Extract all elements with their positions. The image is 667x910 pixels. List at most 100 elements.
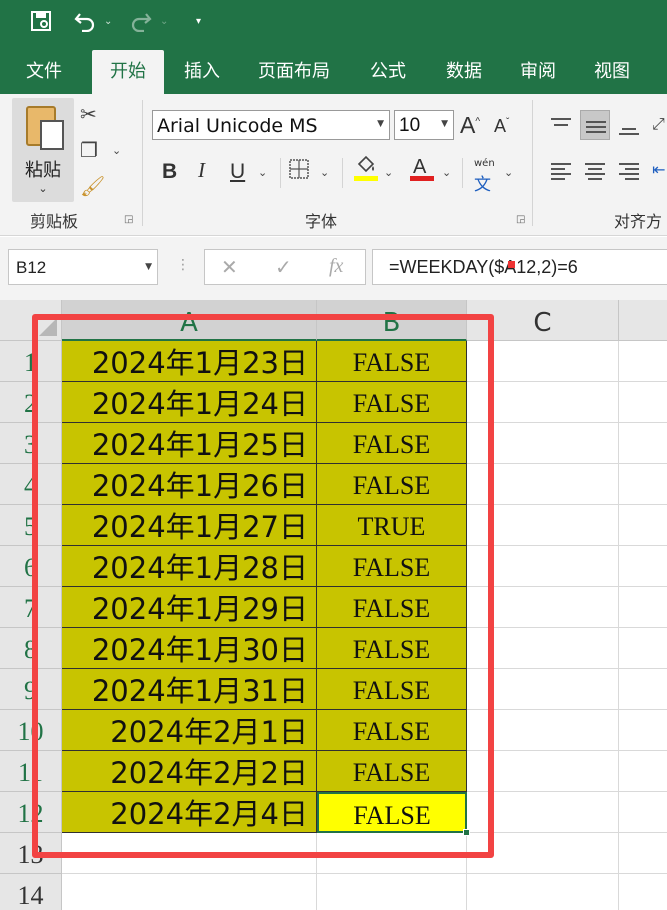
row-header[interactable]: 13 [0, 833, 62, 874]
empty-cell[interactable] [467, 423, 619, 464]
undo-dropdown-icon[interactable]: ⌄ [104, 16, 112, 27]
empty-cell[interactable] [619, 833, 667, 874]
orientation-icon[interactable]: ⤢ [652, 114, 665, 134]
row-header[interactable]: 9 [0, 669, 62, 710]
select-all-button[interactable] [0, 300, 62, 341]
worksheet-grid[interactable]: A B C 1 2024年1月23日 FALSE 2 2024年1月24日 FALSE 3 2024… [0, 300, 667, 910]
date-cell[interactable]: 2024年2月4日 [62, 792, 317, 833]
empty-cell[interactable] [619, 341, 667, 382]
empty-cell[interactable] [619, 464, 667, 505]
row-header[interactable]: 8 [0, 628, 62, 669]
cut-icon[interactable]: ✂ [80, 102, 97, 126]
empty-cell[interactable] [62, 874, 317, 910]
align-left-button[interactable] [546, 156, 576, 186]
date-cell[interactable]: 2024年1月28日 [62, 546, 317, 587]
empty-cell[interactable] [62, 833, 317, 874]
copy-icon[interactable]: ❐ [80, 138, 98, 162]
date-cell[interactable]: 2024年1月25日 [62, 423, 317, 464]
result-cell[interactable]: FALSE [317, 423, 467, 464]
tab-home[interactable]: 开始 [92, 50, 164, 94]
result-cell[interactable]: FALSE [317, 751, 467, 792]
undo-icon[interactable] [74, 10, 96, 37]
date-cell[interactable]: 2024年1月29日 [62, 587, 317, 628]
date-cell[interactable]: 2024年1月23日 [62, 341, 317, 382]
save-icon[interactable] [30, 10, 52, 37]
column-header-a[interactable]: A [62, 300, 317, 341]
font-color-dropdown-icon[interactable]: ⌄ [442, 166, 451, 179]
bold-button[interactable]: B [162, 160, 177, 184]
row-header[interactable]: 12 [0, 792, 62, 833]
result-cell[interactable]: FALSE [317, 464, 467, 505]
align-center-button[interactable] [580, 156, 610, 186]
decrease-font-size-button[interactable]: Aˇ [494, 116, 509, 137]
clipboard-launcher-icon[interactable]: ◲ [124, 214, 133, 225]
empty-cell[interactable] [467, 505, 619, 546]
tab-file[interactable]: 文件 [14, 50, 74, 94]
result-cell[interactable]: FALSE [317, 546, 467, 587]
font-color-icon[interactable]: A [410, 154, 434, 187]
fill-handle[interactable] [463, 829, 470, 836]
row-header[interactable]: 4 [0, 464, 62, 505]
empty-cell[interactable] [467, 669, 619, 710]
date-cell[interactable]: 2024年2月1日 [62, 710, 317, 751]
drag-handle-icon[interactable]: ⋮ [176, 257, 190, 273]
date-cell[interactable]: 2024年1月27日 [62, 505, 317, 546]
align-right-button[interactable] [614, 156, 644, 186]
empty-cell[interactable] [317, 874, 467, 910]
underline-dropdown-icon[interactable]: ⌄ [258, 166, 267, 179]
italic-button[interactable]: I [198, 158, 205, 183]
empty-cell[interactable] [467, 382, 619, 423]
date-cell[interactable]: 2024年1月26日 [62, 464, 317, 505]
align-top-button[interactable] [546, 110, 576, 140]
column-header-c[interactable]: C [467, 300, 619, 341]
empty-cell[interactable] [467, 792, 619, 833]
tab-data[interactable]: 数据 [436, 50, 492, 94]
paste-dropdown-icon[interactable]: ⌄ [12, 182, 74, 195]
increase-font-size-button[interactable]: A^ [460, 112, 480, 139]
empty-cell[interactable] [619, 669, 667, 710]
row-header[interactable]: 3 [0, 423, 62, 464]
copy-dropdown-icon[interactable]: ⌄ [112, 144, 121, 157]
empty-cell[interactable] [467, 751, 619, 792]
empty-cell[interactable] [619, 546, 667, 587]
tab-insert[interactable]: 插入 [174, 50, 230, 94]
paste-button[interactable]: 粘贴 ⌄ [12, 98, 74, 202]
align-middle-button[interactable] [580, 110, 610, 140]
result-cell[interactable]: FALSE [317, 341, 467, 382]
tab-page-layout[interactable]: 页面布局 [248, 50, 340, 94]
name-box[interactable]: B12 ▼ [8, 249, 158, 285]
result-cell[interactable]: FALSE [317, 669, 467, 710]
enter-icon[interactable]: ✓ [275, 255, 292, 279]
result-cell[interactable]: FALSE [317, 628, 467, 669]
tab-review[interactable]: 审阅 [510, 50, 566, 94]
empty-cell[interactable] [467, 833, 619, 874]
date-cell[interactable]: 2024年2月2日 [62, 751, 317, 792]
result-cell[interactable]: FALSE [317, 382, 467, 423]
empty-cell[interactable] [467, 341, 619, 382]
empty-cell[interactable] [619, 628, 667, 669]
fill-color-icon[interactable] [354, 154, 378, 187]
empty-cell[interactable] [619, 751, 667, 792]
empty-cell[interactable] [619, 382, 667, 423]
column-header-d[interactable] [619, 300, 667, 341]
phonetic-guide-button[interactable]: 文 [474, 170, 491, 195]
fill-color-dropdown-icon[interactable]: ⌄ [384, 166, 393, 179]
empty-cell[interactable] [467, 587, 619, 628]
insert-function-icon[interactable]: fx [329, 255, 343, 278]
empty-cell[interactable] [619, 587, 667, 628]
row-header[interactable]: 2 [0, 382, 62, 423]
result-cell[interactable]: FALSE [317, 710, 467, 751]
format-painter-icon[interactable]: 🖌 [80, 174, 105, 198]
empty-cell[interactable] [619, 792, 667, 833]
row-header[interactable]: 6 [0, 546, 62, 587]
empty-cell[interactable] [467, 464, 619, 505]
customize-toolbar-icon[interactable]: ▾ [196, 16, 201, 27]
phonetic-dropdown-icon[interactable]: ⌄ [504, 166, 513, 179]
font-launcher-icon[interactable]: ◲ [516, 214, 525, 225]
date-cell[interactable]: 2024年1月30日 [62, 628, 317, 669]
empty-cell[interactable] [619, 423, 667, 464]
date-cell[interactable]: 2024年1月24日 [62, 382, 317, 423]
cancel-icon[interactable]: ✕ [221, 255, 238, 279]
font-size-select[interactable]: 10 ▼ [394, 110, 454, 140]
row-header[interactable]: 14 [0, 874, 62, 910]
